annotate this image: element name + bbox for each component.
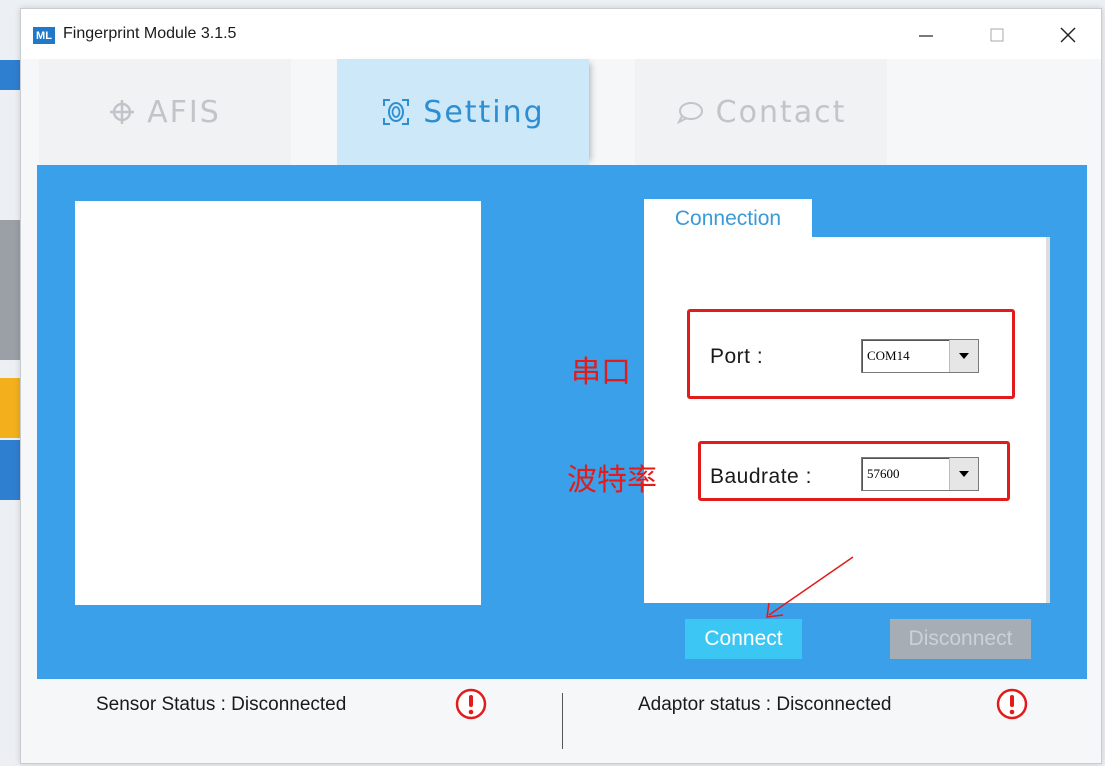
title-bar: ML Fingerprint Module 3.1.5 xyxy=(21,9,1101,59)
connection-group: Port : COM14 Baudrate : 57600 xyxy=(644,237,1050,603)
chevron-down-icon[interactable] xyxy=(949,458,978,490)
maximize-button[interactable] xyxy=(974,19,1020,51)
chevron-down-icon[interactable] xyxy=(949,340,978,372)
close-button[interactable] xyxy=(1045,19,1091,51)
window-title: Fingerprint Module 3.1.5 xyxy=(63,25,237,42)
alert-icon xyxy=(995,687,1029,721)
setting-panel: Connection Port : COM14 Baudrate : 57600… xyxy=(37,165,1087,679)
maximize-icon xyxy=(990,28,1004,42)
close-icon xyxy=(1060,27,1076,43)
app-logo-icon: ML xyxy=(33,27,55,44)
status-divider xyxy=(562,693,563,749)
port-label: Port : xyxy=(710,345,764,368)
tab-setting[interactable]: Setting xyxy=(337,59,589,165)
minimize-button[interactable] xyxy=(903,19,949,51)
tab-setting-label: Setting xyxy=(423,94,545,130)
baudrate-annotation: 波特率 xyxy=(567,463,657,498)
crosshair-icon xyxy=(109,99,135,125)
baudrate-value: 57600 xyxy=(867,466,900,481)
desktop-strip-gray xyxy=(0,220,20,360)
tab-contact[interactable]: Contact xyxy=(635,59,887,165)
chat-bubble-icon xyxy=(676,100,704,124)
alert-icon xyxy=(454,687,488,721)
desktop-strip-blue-2 xyxy=(0,440,20,500)
fingerprint-icon xyxy=(381,97,411,127)
tab-afis-label: AFIS xyxy=(147,94,221,130)
connection-group-tab: Connection xyxy=(644,199,812,239)
arrow-annotation-icon xyxy=(766,556,854,618)
baudrate-select[interactable]: 57600 xyxy=(861,457,979,491)
adaptor-status: Adaptor status : Disconnected xyxy=(638,694,892,715)
sensor-status: Sensor Status : Disconnected xyxy=(96,694,347,715)
tab-contact-label: Contact xyxy=(715,94,847,130)
port-annotation: 串口 xyxy=(571,355,631,390)
minimize-icon xyxy=(919,35,933,37)
port-value: COM14 xyxy=(867,348,910,363)
connect-button[interactable]: Connect xyxy=(685,619,802,659)
app-window: ML Fingerprint Module 3.1.5 AFIS Setting xyxy=(20,8,1102,764)
tab-afis[interactable]: AFIS xyxy=(39,59,291,165)
fingerprint-preview xyxy=(75,201,481,605)
baudrate-label: Baudrate : xyxy=(710,465,812,488)
port-select[interactable]: COM14 xyxy=(861,339,979,373)
desktop-strip-blue xyxy=(0,60,20,90)
disconnect-button: Disconnect xyxy=(890,619,1031,659)
desktop-strip-orange xyxy=(0,378,20,438)
